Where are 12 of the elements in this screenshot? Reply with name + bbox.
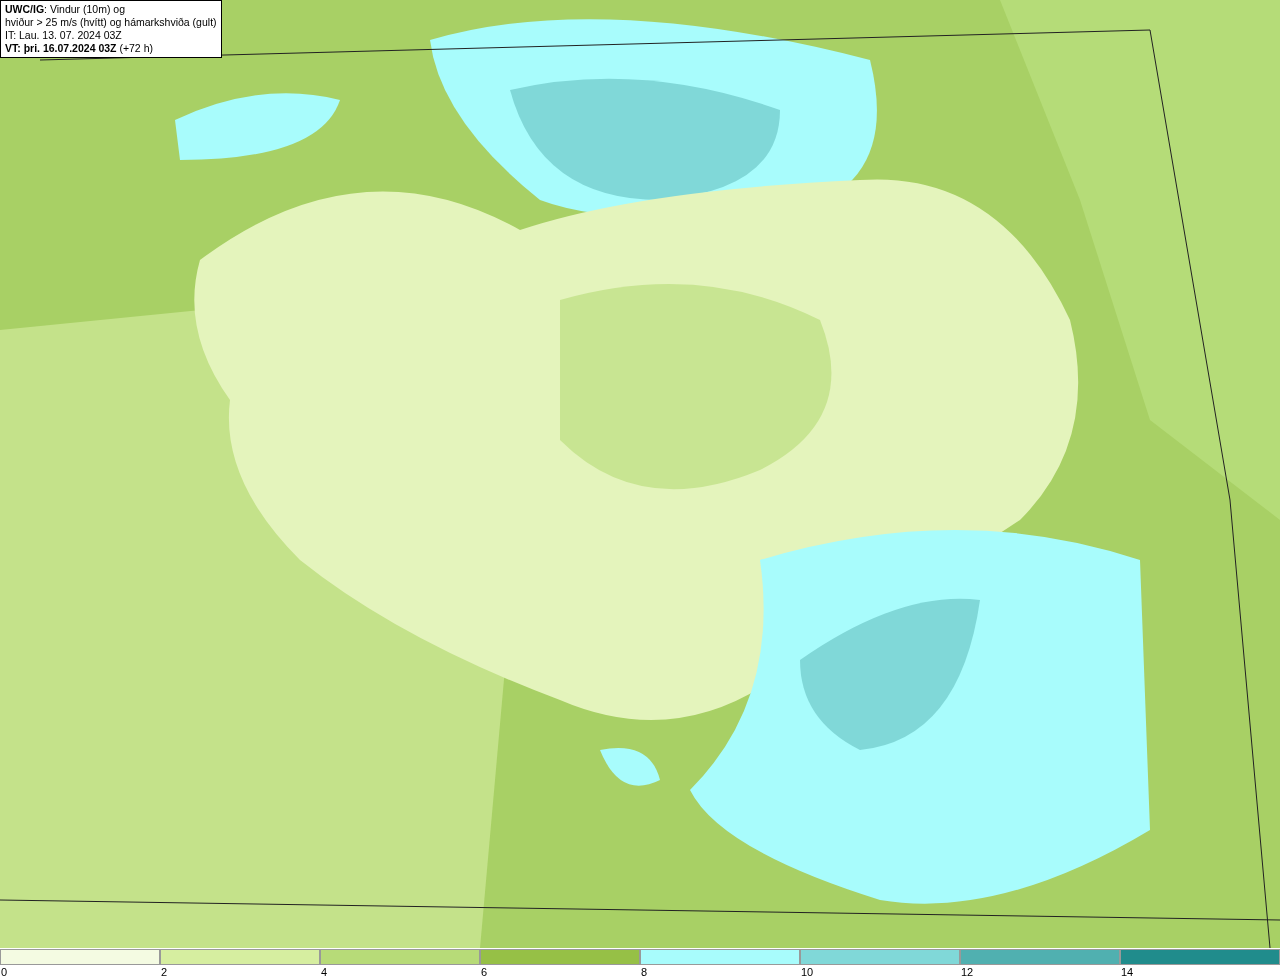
legend-label: 4	[320, 965, 328, 978]
legend-label: 0	[0, 965, 8, 978]
legend-label: 6	[480, 965, 488, 978]
title-line: IT: Lau. 13. 07. 2024 03Z	[5, 29, 123, 42]
legend-label: 12	[960, 965, 974, 978]
legend-label: 8	[640, 965, 648, 978]
legend-label: 10	[800, 965, 814, 978]
title-line: hviður > 25 m/s (hvítt) og hámarkshviða (gult)	[5, 16, 217, 29]
legend-label: 14	[1120, 965, 1134, 978]
legend-label: 2	[160, 965, 168, 978]
title-line: VT: þri. 16.07.2024 03Z (+72 h)	[5, 42, 154, 55]
title-line: UWC/IG: Vindur (10m) og	[5, 3, 126, 16]
